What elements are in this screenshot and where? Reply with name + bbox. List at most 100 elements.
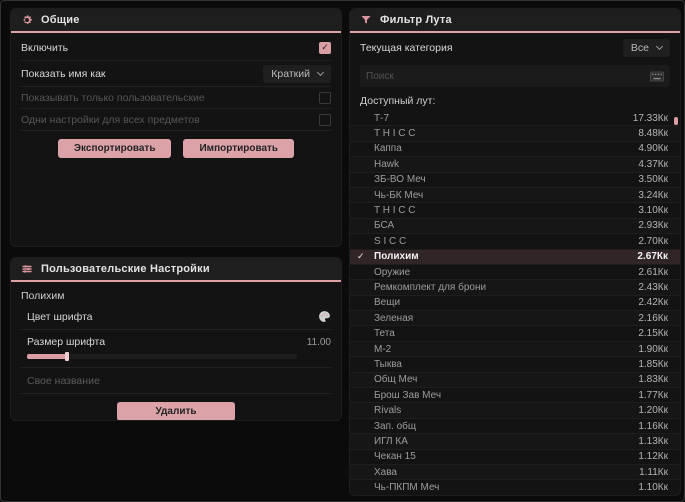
loot-list-item[interactable]: ✓ Тыква 1.85Кк xyxy=(350,357,680,373)
custom-settings-title: Пользовательские Настройки xyxy=(41,263,210,275)
loot-list-item[interactable]: ✓ ЗБ-ВО Меч 3.50Кк xyxy=(350,173,680,188)
font-size-row: Размер шрифта 11.00 xyxy=(21,330,331,368)
loot-item-price: 1.12Кк xyxy=(638,451,668,463)
custom-name-input[interactable] xyxy=(27,368,331,393)
enable-label: Включить xyxy=(21,41,69,54)
loot-item-price: 4.37Кк xyxy=(638,158,668,170)
display-name-row: Показать имя как Краткий xyxy=(21,61,331,87)
slider-handle[interactable] xyxy=(65,352,69,361)
loot-item-price: 1.83Кк xyxy=(638,374,668,386)
loot-item-price: 2.61Кк xyxy=(638,266,668,278)
loot-list-item[interactable]: ✓ T H I C C 8.48Кк xyxy=(350,126,680,142)
loot-item-price: 2.15Кк xyxy=(638,328,668,340)
loot-item-price: 1.13Кк xyxy=(638,435,668,447)
loot-list-item[interactable]: ✓ Чекан 15 1.12Кк xyxy=(350,450,680,465)
keyboard-icon[interactable] xyxy=(650,71,664,82)
loot-item-price: 2.42Кк xyxy=(638,297,668,309)
chevron-down-icon xyxy=(316,68,325,76)
loot-item-name: T H I C C xyxy=(374,128,416,140)
loot-filter-panel: Фильтр Лута Текущая категория Все Доступ… xyxy=(350,9,680,495)
loot-item-name: Хава xyxy=(374,466,397,478)
only-custom-row: Показывать только пользовательские xyxy=(21,87,331,109)
loot-item-name: ИГЛ КА xyxy=(374,435,408,447)
loot-item-name: ЗБ-ВО Меч xyxy=(374,174,426,186)
general-panel-header: Общие xyxy=(11,9,341,33)
loot-list-item[interactable]: ✓ Rivals 1.20Кк xyxy=(350,403,680,419)
loot-item-name: Чь-БК Меч xyxy=(374,189,424,201)
loot-item-price: 1.85Кк xyxy=(638,358,668,370)
loot-item-price: 2.70Кк xyxy=(638,235,668,247)
loot-item-name: Каппа xyxy=(374,143,402,155)
loot-item-name: Чь-ПКПМ Меч xyxy=(374,482,440,494)
loot-item-price: 8.48Кк xyxy=(638,128,668,140)
font-color-label: Цвет шрифта xyxy=(27,310,93,323)
loot-list-item[interactable]: ✓ Оружие 2.61Кк xyxy=(350,265,680,281)
loot-list-item[interactable]: ✓ Т-7 17.33Кк xyxy=(350,111,680,127)
loot-item-name: М-2 xyxy=(374,343,392,355)
font-size-slider[interactable] xyxy=(27,352,297,361)
loot-list-item[interactable]: ✓ М-2 1.90Кк xyxy=(350,341,680,358)
loot-item-name: Оружие xyxy=(374,266,411,278)
loot-filter-title: Фильтр Лута xyxy=(380,14,452,26)
loot-item-price: 3.50Кк xyxy=(638,174,668,186)
search-bar xyxy=(360,65,670,87)
search-input[interactable] xyxy=(366,70,644,82)
loot-list-item[interactable]: ✓ Вещи 2.42Кк xyxy=(350,296,680,312)
loot-list-item[interactable]: ✓ Хава 1.11Кк xyxy=(350,464,680,481)
general-panel-title: Общие xyxy=(41,14,80,26)
loot-item-name: Тета xyxy=(374,328,395,340)
font-color-row: Цвет шрифта xyxy=(21,304,331,330)
loot-list-item[interactable]: ✓ Каппа 4.90Кк xyxy=(350,142,680,158)
display-name-dropdown[interactable]: Краткий xyxy=(263,64,331,83)
loot-list-item[interactable]: ✓ Зап. общ 1.16Кк xyxy=(350,419,680,435)
loot-item-price: 1.16Кк xyxy=(638,420,668,432)
list-scrollbar-thumb[interactable] xyxy=(674,117,678,125)
funnel-icon xyxy=(360,14,372,26)
category-dropdown[interactable]: Все xyxy=(622,39,670,57)
loot-item-price: 2.43Кк xyxy=(638,281,668,293)
loot-item-name: Ремкомплект для брони xyxy=(374,281,487,293)
category-row: Текущая категория Все xyxy=(360,35,670,61)
loot-item-name: Зеленая xyxy=(374,312,414,324)
loot-list-item[interactable]: ✓ Брош Зав Меч 1.77Кк xyxy=(350,388,680,404)
category-value: Все xyxy=(630,42,649,54)
enable-checkbox[interactable]: ✓ xyxy=(319,41,331,54)
loot-list-item[interactable]: ✓ Чь-ПКПМ Меч 1.10Кк xyxy=(350,480,680,495)
only-custom-checkbox[interactable] xyxy=(319,91,331,104)
loot-item-name: S I C C xyxy=(374,235,407,247)
custom-name-row xyxy=(21,368,331,394)
checkmark-icon: ✓ xyxy=(357,251,365,262)
loot-list-item[interactable]: ✓ Тета 2.15Кк xyxy=(350,326,680,342)
loot-list-item[interactable]: ✓ Полихим 2.67Кк xyxy=(350,249,680,265)
chevron-down-icon xyxy=(655,42,664,51)
same-settings-label: Одни настройки для всех предметов xyxy=(21,113,200,126)
loot-item-name: Rivals xyxy=(374,405,402,417)
loot-list-item[interactable]: ✓ Общ Меч 1.83Кк xyxy=(350,372,680,389)
enable-row: Включить ✓ xyxy=(21,35,331,61)
loot-list-item[interactable]: ✓ Зеленая 2.16Кк xyxy=(350,311,680,327)
loot-list-item[interactable]: ✓ T H I C C 3.10Кк xyxy=(350,203,680,219)
loot-item-name: Общ Меч xyxy=(374,374,418,386)
font-size-label: Размер шрифта xyxy=(27,336,106,348)
export-button[interactable]: Экспортировать xyxy=(57,139,172,158)
font-size-value: 11.00 xyxy=(306,336,331,348)
loot-item-price: 3.10Кк xyxy=(638,205,668,217)
category-label: Текущая категория xyxy=(360,42,453,54)
loot-item-price: 2.93Кк xyxy=(638,220,668,232)
loot-list-item[interactable]: ✓ БСА 2.93Кк xyxy=(350,218,680,235)
same-settings-checkbox[interactable] xyxy=(319,113,331,126)
loot-list-item[interactable]: ✓ Ремкомплект для брони 2.43Кк xyxy=(350,280,680,296)
export-import-row: Экспортировать Импортировать xyxy=(21,131,331,164)
loot-item-name: БСА xyxy=(374,220,395,232)
loot-list-item[interactable]: ✓ S I C C 2.70Кк xyxy=(350,234,680,250)
loot-list-item[interactable]: ✓ ИГЛ КА 1.13Кк xyxy=(350,434,680,450)
loot-item-price: 1.11Кк xyxy=(639,466,668,478)
loot-item-price: 1.10Кк xyxy=(638,482,668,494)
loot-list-item[interactable]: ✓ Чь-БК Меч 3.24Кк xyxy=(350,187,680,204)
delete-row: Удалить xyxy=(21,394,331,420)
display-name-value: Краткий xyxy=(271,67,310,80)
palette-icon[interactable] xyxy=(318,310,331,323)
delete-button[interactable]: Удалить xyxy=(117,402,235,420)
loot-list-item[interactable]: ✓ Hawk 4.37Кк xyxy=(350,157,680,173)
import-button[interactable]: Импортировать xyxy=(183,139,295,158)
